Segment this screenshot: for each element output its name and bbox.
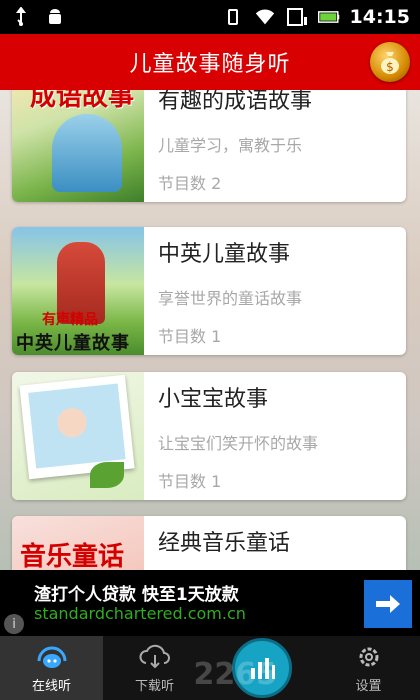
ad-headline: 渣打个人贷款 快至1天放款 — [34, 585, 239, 605]
cloud-download-icon — [138, 642, 172, 672]
gear-icon — [355, 642, 383, 672]
bottom-nav: 在线听 下载听 2265 设置 — [0, 636, 420, 700]
story-description: 儿童学习，寓教于乐 — [158, 136, 303, 155]
ad-open-button[interactable] — [364, 580, 412, 628]
ad-banner[interactable]: 渣打个人贷款 快至1天放款 standardchartered.com.cn i — [0, 570, 420, 636]
ad-info-icon[interactable]: i — [4, 614, 24, 634]
story-title: 小宝宝故事 — [158, 387, 269, 412]
app-title: 儿童故事随身听 — [129, 52, 291, 77]
episode-count: 节目数 1 — [158, 472, 222, 491]
usb-icon — [10, 6, 32, 28]
tab-label: 设置 — [355, 679, 382, 694]
story-card[interactable]: 音乐童话 经典音乐童话 — [12, 516, 406, 570]
tab-settings[interactable]: 设置 — [317, 636, 420, 700]
thumbnail-text: 成语故事 — [30, 90, 135, 112]
signal-icon — [286, 6, 308, 28]
thumbnail-text: 中英儿童故事 — [16, 333, 130, 354]
wifi-icon — [254, 6, 276, 28]
story-title: 经典音乐童话 — [158, 531, 291, 556]
story-description: 享誉世界的童话故事 — [158, 289, 303, 308]
vibrate-icon — [222, 6, 244, 28]
status-bar: 14:15 — [0, 0, 420, 34]
headphones-icon — [35, 642, 69, 672]
story-title: 中英儿童故事 — [158, 242, 291, 267]
leaf-decoration — [90, 462, 124, 488]
cartoon-figure — [52, 114, 122, 192]
episode-count: 节目数 2 — [158, 174, 222, 193]
ad-url: standardchartered.com.cn — [34, 604, 246, 623]
thumbnail-text: 音乐童话 — [20, 542, 125, 570]
app-bar: 儿童故事随身听 $ — [0, 34, 420, 90]
tab-label: 下载听 — [134, 679, 174, 694]
clock: 14:15 — [349, 6, 410, 28]
story-card[interactable]: 成语故事 有趣的成语故事 儿童学习，寓教于乐 节目数 2 — [12, 90, 406, 202]
battery-icon — [317, 6, 340, 28]
story-list[interactable]: 成语故事 有趣的成语故事 儿童学习，寓教于乐 节目数 2 有声精品 中英儿童故事… — [0, 90, 420, 570]
story-thumbnail: 成语故事 — [12, 90, 144, 202]
tab-download-listen[interactable]: 下载听 — [103, 636, 206, 700]
story-thumbnail: 有声精品 中英儿童故事 — [12, 227, 144, 355]
money-bag-button[interactable]: $ — [370, 42, 410, 82]
story-card[interactable]: 小宝宝故事 让宝宝们笑开怀的故事 节目数 1 — [12, 372, 406, 500]
thumbnail-text: 有声精品 — [42, 312, 98, 328]
money-bag-icon: $ — [381, 52, 399, 74]
story-thumbnail: 音乐童话 — [12, 516, 144, 570]
arrow-right-icon — [376, 595, 400, 613]
episode-count: 节目数 1 — [158, 327, 222, 346]
story-card[interactable]: 有声精品 中英儿童故事 中英儿童故事 享誉世界的童话故事 节目数 1 — [12, 227, 406, 355]
watermark: 2265 — [193, 657, 278, 692]
tab-label: 在线听 — [31, 679, 71, 694]
tab-online-listen[interactable]: 在线听 — [0, 636, 103, 700]
story-description: 让宝宝们笑开怀的故事 — [158, 434, 319, 453]
baby-photo — [28, 383, 126, 469]
svg-text:$: $ — [386, 60, 394, 74]
story-thumbnail — [12, 372, 144, 500]
story-title: 有趣的成语故事 — [158, 90, 313, 114]
android-debug-icon — [44, 6, 66, 28]
player-area: 2265 — [194, 636, 317, 700]
